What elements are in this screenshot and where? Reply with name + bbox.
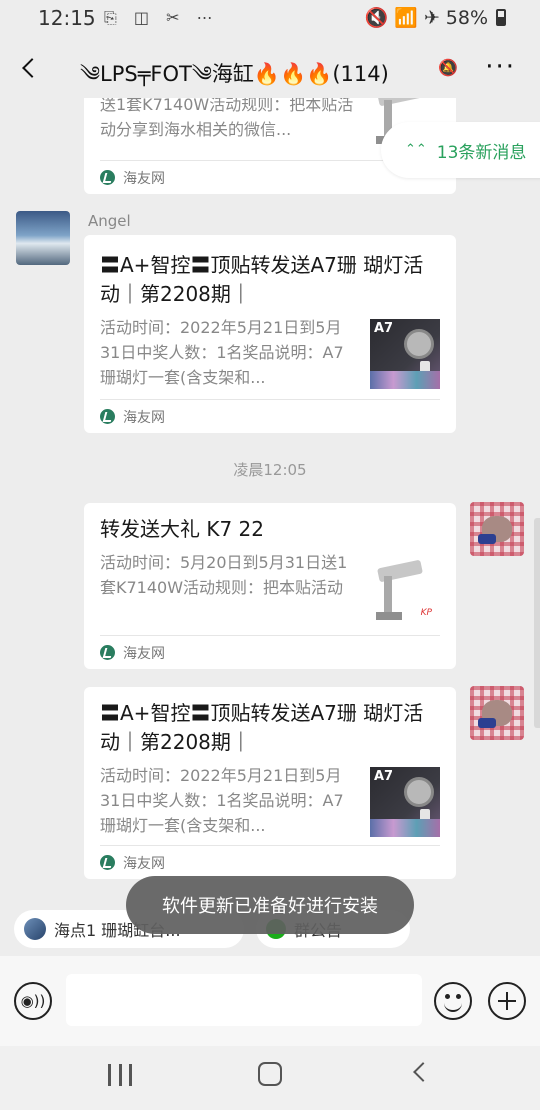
mute-icon: 🔕 — [438, 58, 458, 77]
signal-icons: 🔇 📶 ✈ — [364, 7, 440, 29]
chip-avatar — [24, 918, 46, 940]
more-button[interactable]: ··· — [485, 52, 516, 82]
card-description: 活动时间：5月20日到5月31日送1套K7140W活动规则：把本贴活动分享到海水… — [100, 553, 348, 597]
avatar-angel[interactable] — [16, 211, 70, 265]
source-label: 海友网 — [123, 855, 165, 872]
battery-icon — [496, 9, 506, 26]
message-input[interactable] — [66, 974, 422, 1026]
source-logo-icon — [100, 645, 115, 660]
link-card[interactable]: 〓A+智控〓顶贴转发送A7珊 瑚灯活动｜第2208期｜ 活动时间：2022年5月… — [84, 235, 456, 433]
avatar-self[interactable] — [470, 686, 524, 740]
card-thumbnail: A7 — [370, 319, 440, 389]
source-label: 海友网 — [123, 409, 165, 426]
source-label: 海友网 — [123, 645, 165, 662]
thumbnail-logo: KP — [420, 608, 432, 618]
battery-percent: 58% — [445, 6, 488, 29]
message-list[interactable]: 送1套K7140W活动规则：把本贴活动分享到海水相关的微信... 海友网 ⌃⌃ … — [0, 98, 540, 898]
new-messages-button[interactable]: ⌃⌃ 13条新消息 — [381, 122, 540, 178]
card-title: 〓A+智控〓顶贴转发送A7珊 瑚灯活动｜第2208期｜ — [100, 253, 424, 306]
card-description: 活动时间：2022年5月21日到5月31日中奖人数：1名奖品说明：A7珊瑚灯一套… — [100, 766, 344, 835]
system-nav-bar — [0, 1046, 540, 1110]
home-button[interactable] — [258, 1062, 282, 1086]
status-time: 12:15 — [38, 6, 96, 30]
scrollbar[interactable] — [534, 518, 540, 728]
card-source: 海友网 — [100, 845, 440, 879]
status-right: 🔇 📶 ✈ 58% — [364, 6, 506, 29]
voice-input-button[interactable]: ◉)) — [14, 982, 52, 1020]
more-actions-button[interactable] — [488, 982, 526, 1020]
card-description: 送1套K7140W活动规则：把本贴活动分享到海水相关的微信... — [100, 98, 354, 139]
status-bar: 12:15 ⎘ ◫ ✂ ⋯ 🔇 📶 ✈ 58% — [0, 0, 540, 38]
system-back-button[interactable] — [413, 1062, 433, 1082]
card-thumbnail: A7 — [370, 767, 440, 837]
emoji-button[interactable] — [434, 982, 472, 1020]
link-card[interactable]: 〓A+智控〓顶贴转发送A7珊 瑚灯活动｜第2208期｜ 活动时间：2022年5月… — [84, 687, 456, 879]
input-bar: ◉)) — [0, 956, 540, 1046]
toast-message: 软件更新已准备好进行安装 — [126, 876, 414, 934]
back-arrow-icon — [22, 58, 42, 78]
card-title: 转发送大礼 K7 22 — [100, 517, 265, 541]
card-source: 海友网 — [100, 399, 440, 433]
message-timestamp: 凌晨12:05 — [233, 461, 307, 479]
recent-apps-button[interactable] — [108, 1064, 132, 1086]
chat-header: ༄LPS╤FOT༄海缸🔥🔥🔥(114) 🔕 ··· — [0, 38, 540, 98]
thumbnail-label: A7 — [374, 321, 394, 336]
avatar-self[interactable] — [470, 502, 524, 556]
source-label: 海友网 — [123, 170, 165, 187]
source-logo-icon — [100, 855, 115, 870]
source-logo-icon — [100, 409, 115, 424]
thumbnail-label: A7 — [374, 769, 394, 784]
card-source: 海友网 — [100, 635, 440, 669]
source-logo-icon — [100, 170, 115, 185]
card-description: 活动时间：2022年5月21日到5月31日中奖人数：1名奖品说明：A7珊瑚灯一套… — [100, 318, 344, 387]
back-button[interactable] — [14, 52, 44, 84]
notification-icons: ⎘ ◫ ✂ ⋯ — [104, 8, 219, 27]
card-thumbnail: KP — [370, 554, 440, 624]
sender-name: Angel — [88, 212, 131, 230]
double-chevron-up-icon: ⌃⌃ — [405, 142, 427, 157]
new-messages-label: 13条新消息 — [436, 142, 527, 163]
link-card[interactable]: 转发送大礼 K7 22 活动时间：5月20日到5月31日送1套K7140W活动规… — [84, 503, 456, 669]
card-title: 〓A+智控〓顶贴转发送A7珊 瑚灯活动｜第2208期｜ — [100, 701, 424, 754]
